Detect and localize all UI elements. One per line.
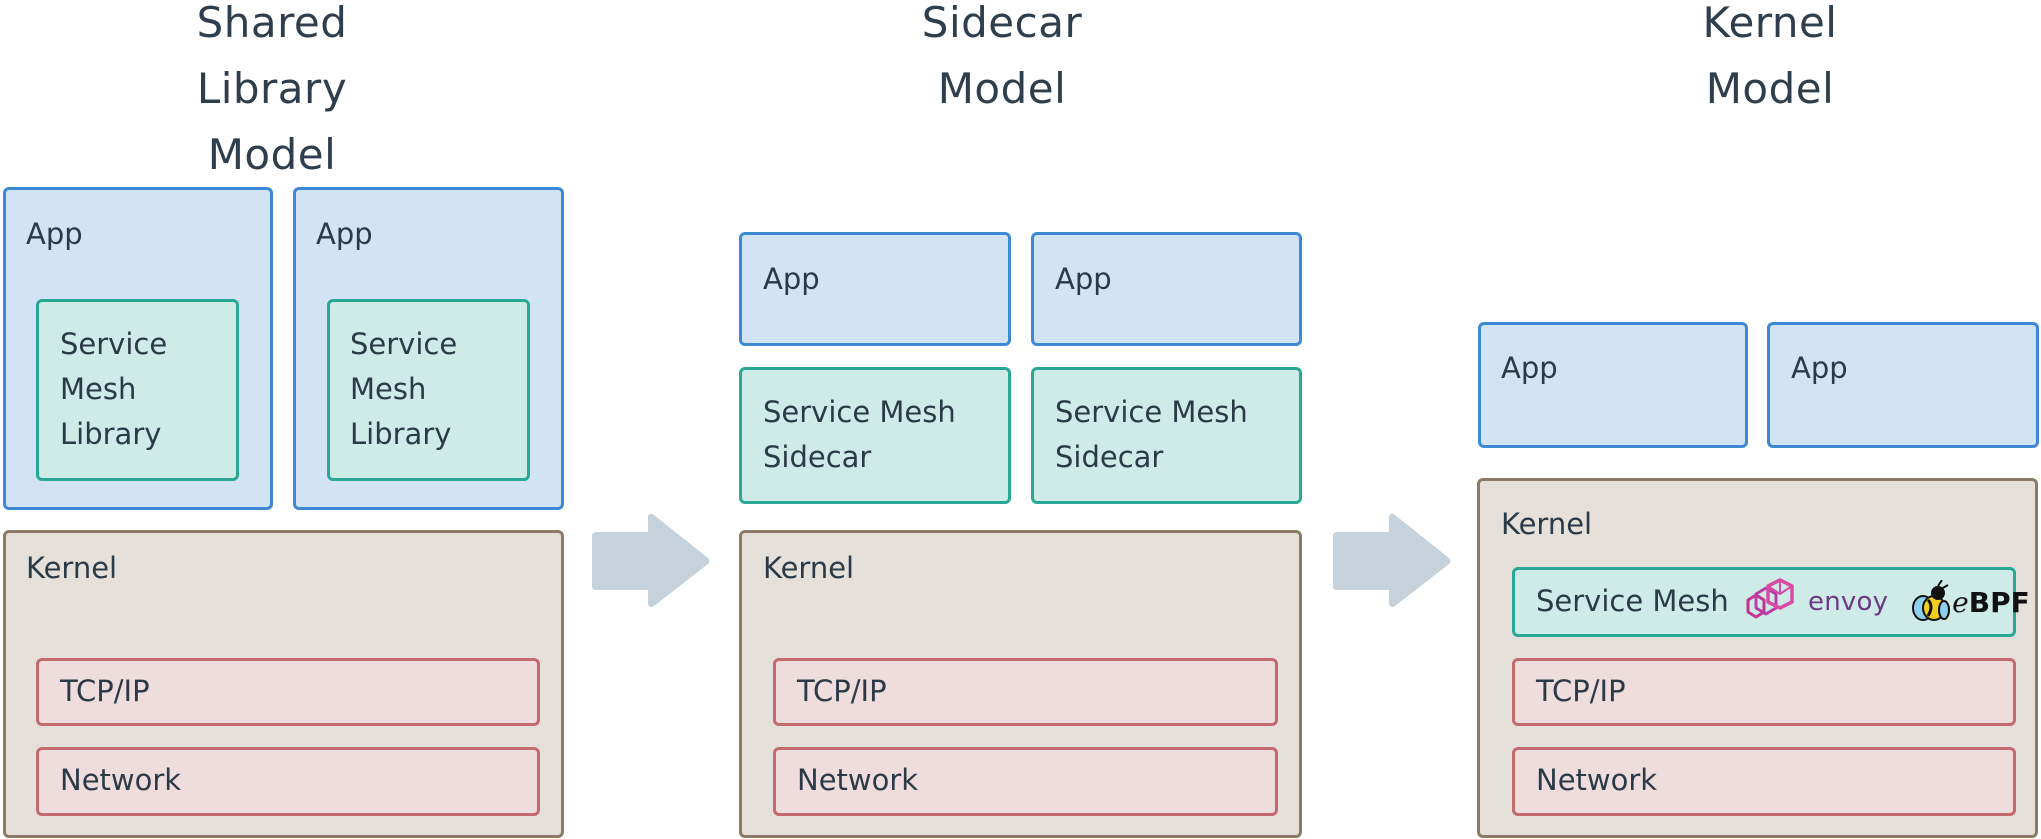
ebpf-bee-icon [1912, 580, 1951, 621]
app-label: App [26, 217, 83, 251]
app-label: App [1501, 351, 1558, 385]
sidecar-label-line: Service Mesh [763, 395, 956, 429]
network-label: Network [797, 763, 919, 797]
tcpip-label: TCP/IP [60, 674, 150, 708]
shared-library-model-title: Shared Library Model [122, 0, 422, 188]
app-label: App [1055, 262, 1112, 296]
ebpf-logo-suffix: BPF [1968, 585, 2030, 619]
network-label: Network [60, 763, 182, 797]
title-line: Model [1705, 64, 1835, 113]
ebpf-logo-prefix: e [1952, 585, 1969, 619]
envoy-logo-text: envoy [1808, 587, 1889, 617]
library-label-line: Mesh [60, 372, 137, 406]
right-arrow-icon [1333, 513, 1451, 608]
library-label-line: Library [350, 417, 452, 451]
library-label-line: Mesh [350, 372, 427, 406]
network-label: Network [1536, 763, 1658, 797]
kernel-label: Kernel [26, 551, 118, 585]
kernel-label: Kernel [1501, 507, 1593, 541]
title-line: Model [207, 130, 337, 179]
title-line: Kernel [1702, 0, 1838, 47]
title-line: Sidecar [921, 0, 1083, 47]
right-arrow-icon [592, 513, 710, 608]
library-label-line: Library [60, 417, 162, 451]
tcpip-label: TCP/IP [1536, 674, 1626, 708]
kernel-label: Kernel [763, 551, 855, 585]
sidecar-label-line: Service Mesh [1055, 395, 1248, 429]
sidecar-model-title: Sidecar Model [852, 0, 1152, 122]
tcpip-label: TCP/IP [797, 674, 887, 708]
app-label: App [1791, 351, 1848, 385]
sidecar-label-line: Sidecar [1055, 440, 1164, 474]
service-mesh-logos: envoy eBPF [1740, 576, 2030, 628]
envoy-logo-icon [1746, 578, 1794, 619]
app-label: App [316, 217, 373, 251]
title-line: Model [937, 64, 1067, 113]
ebpf-logo-text: eBPF [1952, 586, 2030, 619]
app-label: App [763, 262, 820, 296]
title-line: Shared Library [196, 0, 348, 113]
sidecar-label-line: Sidecar [763, 440, 872, 474]
kernel-model-title: Kernel Model [1620, 0, 1920, 122]
service-mesh-label: Service Mesh [1536, 584, 1729, 618]
library-label-line: Service [60, 327, 168, 361]
library-label-line: Service [350, 327, 458, 361]
